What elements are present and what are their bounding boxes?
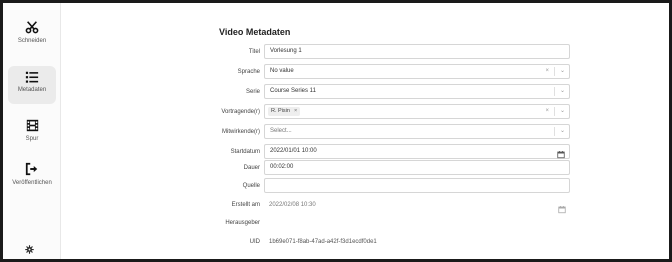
gear-icon[interactable] — [25, 245, 34, 256]
presenters-multiselect[interactable]: R. Pisin × × ⌄ — [264, 104, 570, 119]
field-label: Dauer — [243, 165, 260, 171]
film-icon — [8, 115, 56, 135]
field-label: Quelle — [242, 183, 260, 189]
remove-tag-icon[interactable]: × — [294, 108, 297, 114]
field-row-serie: Serie Course Series 11 ⌄ — [202, 84, 570, 101]
presenter-tag: R. Pisin × — [268, 107, 301, 116]
sidebar-item-label: Veröffentlichen — [12, 180, 52, 186]
field-row-dauer: Dauer 00:02:00 — [202, 160, 570, 177]
select-separator — [554, 67, 555, 76]
field-row-herausgeber: Herausgeber — [202, 215, 570, 232]
sidebar-item-label: Metadaten — [17, 87, 47, 93]
sign-out-icon — [8, 159, 56, 179]
calendar-icon — [558, 201, 566, 214]
field-label: Titel — [248, 49, 260, 55]
sidebar-item-metadaten[interactable]: Metadaten — [8, 66, 56, 104]
field-row-vortragende: Vortragende(r) R. Pisin × × ⌄ — [202, 104, 570, 121]
field-row-sprache: Sprache No value × ⌄ — [202, 64, 570, 81]
chevron-down-icon[interactable]: ⌄ — [560, 65, 565, 78]
scissors-icon — [8, 17, 56, 37]
clear-icon[interactable]: × — [545, 65, 549, 78]
series-select[interactable]: Course Series 11 ⌄ — [264, 84, 570, 99]
title-value: Vorlesung 1 — [270, 48, 302, 54]
field-label: Vortragende(r) — [221, 109, 260, 115]
page-title: Video Metadaten — [219, 27, 291, 37]
field-row-titel: Titel Vorlesung 1 — [202, 44, 570, 61]
chevron-down-icon[interactable]: ⌄ — [560, 85, 565, 98]
field-label: Herausgeber — [225, 220, 260, 226]
sidebar-item-veroeffentlichen[interactable]: Veröffentlichen — [8, 159, 56, 197]
chevron-down-icon[interactable]: ⌄ — [560, 105, 565, 118]
select-separator — [554, 107, 555, 116]
calendar-icon[interactable] — [557, 146, 565, 159]
chevron-down-icon[interactable]: ⌄ — [560, 125, 565, 138]
source-input[interactable] — [264, 178, 570, 193]
duration-value: 00:02:00 — [270, 164, 294, 170]
created-value: 2022/02/08 10:30 — [269, 202, 316, 208]
sidebar-item-label: Spur — [25, 136, 39, 142]
clear-icon[interactable]: × — [545, 105, 549, 118]
field-row-startdatum: Startdatum 2022/01/01 10:00 — [202, 144, 570, 161]
sidebar-item-schneiden[interactable]: Schneiden — [8, 17, 56, 55]
metadata-panel: Video Metadaten Titel Vorlesung 1 Sprach… — [62, 3, 669, 259]
field-label: Serie — [245, 89, 260, 95]
field-row-quelle: Quelle — [202, 178, 570, 195]
sidebar-item-spur[interactable]: Spur — [8, 115, 56, 153]
sidebar-item-label: Schneiden — [17, 38, 47, 44]
uid-value: 1b69e071-f8ab-47ad-a42f-f3d1ecdf0de1 — [269, 239, 377, 245]
field-row-mitwirkende: Mitwirkende(r) Select... ⌄ — [202, 124, 570, 141]
select-separator — [554, 87, 555, 96]
field-label: Sprache — [237, 69, 260, 75]
field-row-uid: UID 1b69e071-f8ab-47ad-a42f-f3d1ecdf0de1 — [202, 234, 570, 251]
field-label: Startdatum — [230, 149, 260, 155]
list-icon — [8, 66, 56, 86]
field-label: Mitwirkende(r) — [221, 129, 260, 135]
field-row-erstellt: Erstellt am 2022/02/08 10:30 — [202, 197, 570, 214]
field-label: UID — [249, 239, 260, 245]
series-value: Course Series 11 — [270, 88, 316, 94]
contributors-select[interactable]: Select... ⌄ — [264, 124, 570, 139]
duration-input[interactable]: 00:02:00 — [264, 160, 570, 175]
field-label: Erstellt am — [231, 202, 260, 208]
presenter-tag-label: R. Pisin — [271, 108, 290, 114]
select-separator — [554, 127, 555, 136]
start-date-input[interactable]: 2022/01/01 10:00 — [264, 144, 570, 159]
title-input[interactable]: Vorlesung 1 — [264, 44, 570, 59]
contributors-placeholder: Select... — [270, 128, 292, 134]
start-date-value: 2022/01/01 10:00 — [270, 148, 317, 154]
language-select[interactable]: No value × ⌄ — [264, 64, 570, 79]
language-value: No value — [270, 68, 294, 74]
sidebar: Schneiden Metadaten Spur Veröffentlichen — [3, 3, 61, 259]
